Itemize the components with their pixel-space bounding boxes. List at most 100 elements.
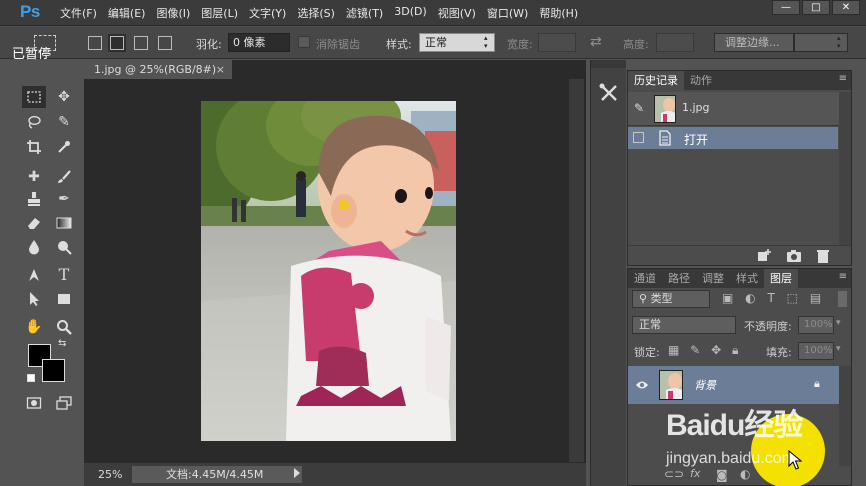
trash-icon[interactable] bbox=[816, 249, 830, 263]
quick-select-tool[interactable]: ✎ bbox=[52, 111, 76, 133]
menu-filter[interactable]: 滤镜(T) bbox=[346, 5, 383, 21]
fill-dropdown-icon[interactable]: ▾ bbox=[836, 344, 841, 354]
camera-icon[interactable] bbox=[786, 249, 802, 263]
swap-colors-icon[interactable]: ⇆ bbox=[58, 338, 66, 349]
type-filter-icon[interactable]: T bbox=[767, 291, 774, 305]
dodge-tool[interactable] bbox=[52, 236, 76, 258]
smart-object-filter-icon[interactable]: ▤ bbox=[810, 291, 821, 305]
menu-layer[interactable]: 图层(L) bbox=[201, 5, 238, 21]
strip-grip[interactable] bbox=[591, 60, 626, 68]
layers-scrollbar[interactable] bbox=[839, 366, 851, 466]
document-tab[interactable]: 1.jpg @ 25%(RGB/8#) × bbox=[84, 60, 232, 79]
type-tool[interactable]: T bbox=[52, 264, 76, 286]
history-step-row[interactable]: 打开 bbox=[628, 127, 838, 149]
lock-image-icon[interactable]: ✎ bbox=[690, 343, 700, 357]
style-select[interactable]: 正常 bbox=[419, 33, 495, 52]
add-to-selection-icon[interactable] bbox=[108, 34, 126, 52]
rect-marquee-tool[interactable] bbox=[22, 86, 46, 108]
minimize-button[interactable]: — bbox=[772, 0, 800, 15]
new-group-folder-icon[interactable]: ▬ bbox=[766, 467, 777, 481]
menu-type[interactable]: 文字(Y) bbox=[249, 5, 286, 21]
menu-select[interactable]: 选择(S) bbox=[297, 5, 335, 21]
tab-actions[interactable]: 动作 bbox=[684, 71, 718, 90]
quick-mask-button[interactable] bbox=[22, 392, 46, 414]
shape-filter-icon[interactable]: ⬚ bbox=[787, 291, 798, 305]
eyedropper-tool[interactable] bbox=[52, 136, 76, 158]
close-button[interactable]: ✕ bbox=[832, 0, 860, 15]
history-brush-source-icon[interactable]: ✎ bbox=[634, 101, 644, 115]
add-mask-icon[interactable]: ◙ bbox=[716, 468, 728, 482]
path-select-tool[interactable] bbox=[22, 288, 46, 310]
hand-tool[interactable]: ✋ bbox=[22, 316, 46, 338]
lock-position-icon[interactable]: ✥ bbox=[711, 343, 721, 357]
tab-history[interactable]: 历史记录 bbox=[628, 71, 684, 90]
menu-image[interactable]: 图像(I) bbox=[156, 5, 190, 21]
zoom-tool[interactable] bbox=[52, 316, 76, 338]
workspace-select[interactable] bbox=[794, 33, 848, 52]
new-document-from-state-icon[interactable] bbox=[756, 249, 772, 263]
eye-icon[interactable] bbox=[635, 379, 649, 391]
history-brush-tool[interactable]: ✒ bbox=[52, 188, 76, 210]
tool-presets-button[interactable] bbox=[597, 82, 621, 104]
tab-layers[interactable]: 图层 bbox=[764, 269, 798, 288]
brush-tool[interactable] bbox=[52, 166, 76, 188]
status-menu-arrow-icon[interactable] bbox=[294, 468, 300, 478]
history-step-checkbox[interactable] bbox=[633, 132, 644, 143]
close-icon[interactable]: × bbox=[216, 60, 225, 79]
pixel-filter-icon[interactable]: ▣ bbox=[722, 291, 733, 305]
blur-tool[interactable] bbox=[22, 236, 46, 258]
menu-file[interactable]: 文件(F) bbox=[60, 5, 97, 21]
swap-dimensions-icon[interactable]: ⇄ bbox=[590, 34, 602, 50]
lock-all-icon[interactable]: 🔒︎ bbox=[732, 343, 738, 357]
background-color-swatch[interactable] bbox=[42, 359, 65, 382]
rectangle-tool[interactable] bbox=[52, 288, 76, 310]
maximize-button[interactable]: □ bbox=[802, 0, 830, 15]
history-panel-menu-icon[interactable]: ≡ bbox=[839, 73, 847, 84]
clone-stamp-tool[interactable] bbox=[22, 188, 46, 210]
history-snapshot-row[interactable]: ✎ 1.jpg bbox=[628, 92, 851, 126]
filter-toggle[interactable] bbox=[838, 291, 847, 307]
zoom-level[interactable]: 25% bbox=[98, 468, 122, 481]
antialias-checkbox[interactable] bbox=[298, 36, 310, 48]
feather-input[interactable]: 0 像素 bbox=[228, 33, 290, 52]
subtract-selection-icon[interactable] bbox=[134, 36, 148, 50]
intersect-selection-icon[interactable] bbox=[158, 36, 172, 50]
adjustment-filter-icon[interactable]: ◐ bbox=[745, 291, 755, 305]
opacity-dropdown-icon[interactable]: ▾ bbox=[836, 318, 841, 328]
canvas-image[interactable] bbox=[201, 101, 456, 441]
blend-mode-select[interactable]: 正常 bbox=[632, 316, 736, 334]
opacity-input[interactable]: 100% bbox=[798, 316, 834, 334]
tab-paths[interactable]: 路径 bbox=[662, 269, 696, 288]
tab-styles[interactable]: 样式 bbox=[730, 269, 764, 288]
gradient-tool[interactable] bbox=[52, 212, 76, 234]
menu-help[interactable]: 帮助(H) bbox=[539, 5, 578, 21]
history-scrollbar[interactable] bbox=[839, 92, 851, 246]
vertical-scrollbar[interactable] bbox=[569, 79, 584, 462]
default-colors-icon[interactable] bbox=[27, 374, 35, 382]
layer-style-fx-icon[interactable]: fx bbox=[690, 467, 700, 480]
link-layers-icon[interactable]: ⊂⊃ bbox=[664, 467, 684, 481]
tab-channels[interactable]: 通道 bbox=[628, 269, 662, 288]
layer-row[interactable]: 背景 🔒︎ bbox=[628, 366, 840, 404]
screen-mode-button[interactable] bbox=[52, 392, 76, 414]
lasso-tool[interactable] bbox=[22, 111, 46, 133]
adjustment-layer-icon[interactable]: ◐ bbox=[740, 467, 750, 481]
layers-panel-menu-icon[interactable]: ≡ bbox=[839, 271, 847, 282]
menu-view[interactable]: 视图(V) bbox=[438, 5, 476, 21]
healing-brush-tool[interactable]: ✚ bbox=[22, 166, 46, 188]
new-selection-icon[interactable] bbox=[88, 36, 102, 50]
eraser-tool[interactable] bbox=[22, 212, 46, 234]
document-size-info[interactable]: 文档:4.45M/4.45M bbox=[132, 466, 302, 483]
height-input[interactable] bbox=[656, 33, 694, 52]
lock-transparent-icon[interactable]: ▦ bbox=[668, 343, 679, 357]
crop-tool[interactable] bbox=[22, 136, 46, 158]
pen-tool[interactable] bbox=[22, 264, 46, 286]
move-tool[interactable]: ✥ bbox=[52, 86, 76, 108]
menu-3d[interactable]: 3D(D) bbox=[394, 5, 427, 21]
layer-filter-select[interactable]: ⚲ 类型 bbox=[632, 290, 710, 308]
refine-edge-button[interactable]: 调整边缘... bbox=[714, 33, 794, 52]
width-input[interactable] bbox=[538, 33, 576, 52]
menu-window[interactable]: 窗口(W) bbox=[487, 5, 528, 21]
tab-adjustments[interactable]: 调整 bbox=[696, 269, 730, 288]
menu-edit[interactable]: 编辑(E) bbox=[108, 5, 146, 21]
